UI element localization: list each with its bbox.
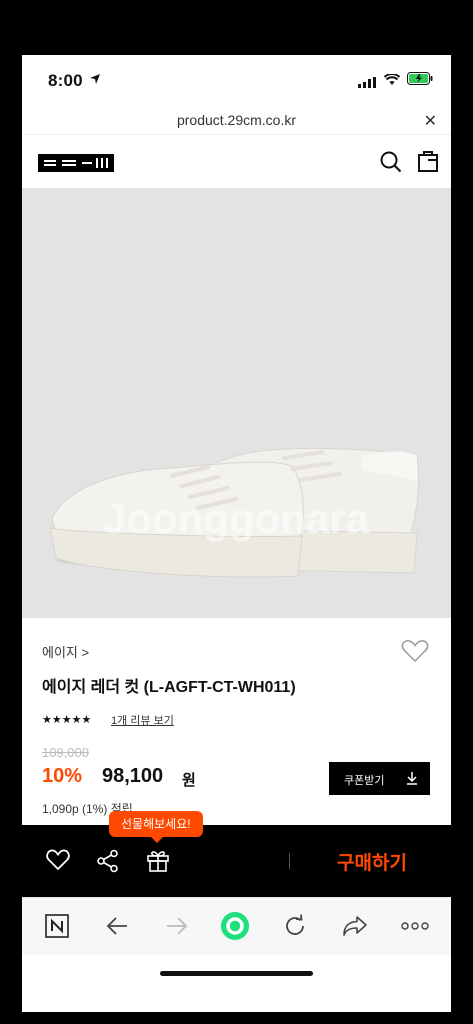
green-circle-icon[interactable] [220,911,250,941]
watermark-text: Joonggonara [103,495,370,542]
brand-link[interactable]: 에이지 > [42,642,89,661]
coupon-button[interactable]: 쿠폰받기 [329,762,430,795]
browser-toolbar [22,897,451,955]
gift-tooltip: 선물해보세요! [109,811,203,843]
currency-unit: 원 [182,772,196,789]
home-indicator[interactable] [160,971,313,976]
buy-button[interactable]: 구매하기 [312,846,432,876]
coupon-label: 쿠폰받기 [344,775,385,787]
wishlist-heart-icon[interactable] [401,639,429,668]
gift-icon[interactable] [146,849,170,878]
url-text[interactable]: product.29cm.co.kr [22,112,451,128]
phone-screen: 8:00 product.29cm.co.kr ✕ Joonggonara 에이… [22,55,451,1012]
reviews-link[interactable]: 1개 리뷰 보기 [111,712,174,728]
close-icon[interactable]: ✕ [424,111,437,131]
discount-rate: 10% [42,765,83,787]
download-icon [406,771,418,788]
sale-price: 98,100 [102,765,164,787]
wifi-icon [383,73,401,91]
action-divider [289,853,290,869]
naver-n-icon[interactable] [42,911,72,941]
browser-url-bar[interactable]: product.29cm.co.kr ✕ [22,107,451,135]
status-bar: 8:00 [22,55,451,107]
signal-icon [358,75,376,93]
search-icon[interactable] [379,150,403,179]
bag-icon[interactable] [417,149,439,178]
forward-arrow-icon[interactable] [162,911,192,941]
location-arrow-icon [89,72,101,90]
heart-icon[interactable] [46,849,70,876]
reload-icon[interactable] [280,911,310,941]
back-arrow-icon[interactable] [102,911,132,941]
product-name: 에이지 레더 컷 (L-AGFT-CT-WH011) [42,679,296,696]
original-price: 109,000 [42,745,89,760]
more-dots-icon[interactable] [400,911,430,941]
status-time: 8:00 [48,71,83,90]
site-header [22,136,451,188]
share-arrow-icon[interactable] [340,911,370,941]
rating-stars: ★★★★★ [42,714,92,726]
battery-icon [407,72,433,90]
purchase-action-bar: 구매하기 [22,825,451,897]
share-icon[interactable] [96,849,120,878]
product-image[interactable]: Joonggonara [22,188,451,618]
site-logo[interactable] [38,154,114,172]
